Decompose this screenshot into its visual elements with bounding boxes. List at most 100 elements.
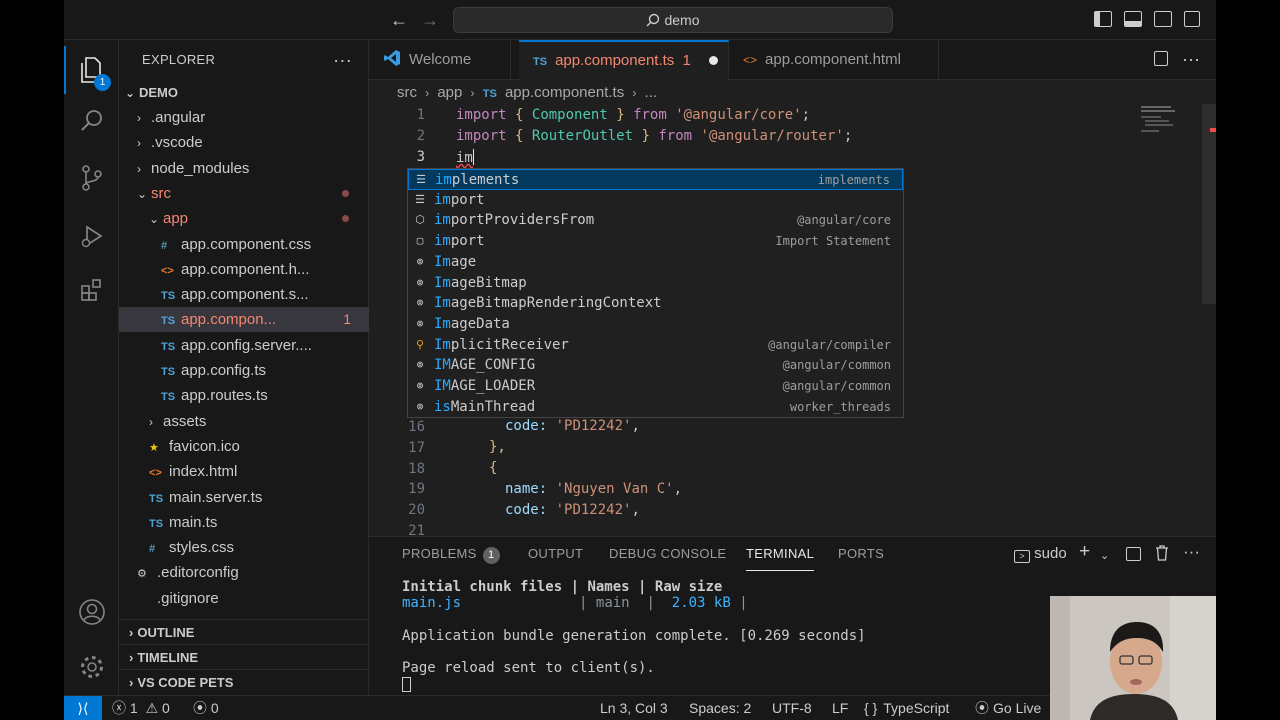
tree-file[interactable]: TS app.component.s... <box>119 282 369 307</box>
ports-status[interactable]: ⦿ 0 <box>193 696 219 720</box>
tab-label: app.component.html <box>765 51 901 68</box>
tree-file[interactable]: TS app.compon... 1 <box>119 307 369 333</box>
suggestion-item[interactable]: ⊚ ImageData <box>408 314 903 335</box>
tree-file[interactable]: TS main.server.ts <box>119 485 369 510</box>
suggestion-item[interactable]: ▢ import Import Statement <box>408 231 903 252</box>
suggestion-item[interactable]: ⊚ IMAGE_CONFIG @angular/common <box>408 355 903 376</box>
chevron-down-icon: ⌄ <box>137 186 148 201</box>
terminal-shell-label: sudo <box>1034 545 1067 562</box>
tree-folder[interactable]: ⌄ app <box>119 206 369 231</box>
chevron-down-icon[interactable]: ⌄ <box>1100 549 1109 562</box>
code-line-20: code: 'PD12242', <box>505 502 640 518</box>
toggle-panel-icon[interactable] <box>1124 11 1142 27</box>
source-control-icon[interactable] <box>64 154 119 202</box>
arrow-left-icon[interactable]: ← <box>387 8 411 32</box>
tree-folder[interactable]: › .vscode <box>119 130 369 155</box>
more-actions-icon[interactable]: ··· <box>1182 40 1200 78</box>
editor-tabs: Welcome TS app.component.ts 1 <> app.compo… <box>369 40 1216 80</box>
suggestion-item[interactable]: ⊚ isMainThread worker_threads <box>408 397 903 418</box>
terminal-shell[interactable]: > sudo <box>1014 545 1067 563</box>
suggestion-item[interactable]: ☰ import <box>408 190 903 211</box>
split-editor-icon[interactable] <box>1154 51 1168 66</box>
split-terminal-icon[interactable] <box>1126 547 1141 561</box>
tree-folder[interactable]: ⌄ src <box>119 181 369 206</box>
tree-file[interactable]: <> app.component.h... <box>119 257 369 282</box>
remote-icon[interactable]: ⟩⟨ <box>64 696 102 720</box>
tree-file[interactable]: # app.component.css <box>119 232 369 257</box>
tree-file[interactable]: ★ favicon.ico <box>119 434 369 459</box>
error-icon: ⓧ <box>112 700 126 716</box>
go-live-button[interactable]: ⦿ Go Live <box>975 696 1041 720</box>
code-line-2: import { RouterOutlet } from '@angular/r… <box>456 128 853 144</box>
suggestion-label-rest: plicitReceiver <box>450 336 569 353</box>
more-actions-icon[interactable]: ··· <box>333 40 352 80</box>
suggestion-match: IM <box>434 378 451 394</box>
tree-folder[interactable]: › node_modules <box>119 156 369 181</box>
panel-tab-debug-console[interactable]: DEBUG CONSOLE <box>609 537 726 571</box>
line-number: 17 <box>408 439 425 456</box>
suggestion-item[interactable]: ⊚ ImageBitmap <box>408 273 903 294</box>
language-mode[interactable]: { } TypeScript <box>864 696 949 720</box>
tree-file[interactable]: .gitignore <box>119 586 369 611</box>
arrow-right-icon[interactable]: → <box>418 8 442 32</box>
more-actions-icon[interactable]: ··· <box>1183 542 1200 562</box>
unsaved-dot-icon[interactable] <box>709 56 718 65</box>
editor-scrollbar[interactable] <box>1202 104 1216 304</box>
tree-file[interactable]: TS app.config.server.... <box>119 333 369 358</box>
account-icon[interactable] <box>64 588 119 636</box>
toggle-sidebar-icon[interactable] <box>1094 11 1112 27</box>
tree-folder[interactable]: › assets <box>119 409 369 434</box>
problems-status[interactable]: ⓧ 1 ⚠ 0 <box>112 696 170 720</box>
section-outline[interactable]: › OUTLINE <box>119 619 369 644</box>
suggestion-item[interactable]: ⊚ ImageBitmapRenderingContext <box>408 293 903 314</box>
suggestion-item[interactable]: ⊚ Image <box>408 252 903 273</box>
panel-tab-terminal[interactable]: TERMINAL <box>746 537 815 571</box>
end-of-line[interactable]: LF <box>832 696 848 720</box>
tree-folder[interactable]: › .angular <box>119 105 369 130</box>
suggest-widget[interactable]: ☰ implements implements ☰ import ⬡ importProvi… <box>407 168 904 418</box>
suggestion-item[interactable]: ⊚ IMAGE_LOADER @angular/common <box>408 376 903 397</box>
suggestion-label: import <box>434 190 485 211</box>
suggestion-item[interactable]: ⚲ ImplicitReceiver @angular/compiler <box>408 335 903 356</box>
tree-file[interactable]: # styles.css <box>119 535 369 560</box>
workspace-root[interactable]: ⌄ DEMO <box>119 80 369 105</box>
suggestion-label-rest: port <box>450 233 485 250</box>
toggle-secondary-sidebar-icon[interactable] <box>1154 11 1172 27</box>
extensions-icon[interactable] <box>64 266 119 314</box>
minimap[interactable] <box>1131 104 1216 536</box>
tab-welcome[interactable]: Welcome <box>369 40 511 80</box>
run-debug-icon[interactable] <box>64 212 119 260</box>
tree-file[interactable]: <> index.html <box>119 459 369 484</box>
breadcrumb-file[interactable]: app.component.ts <box>505 84 624 101</box>
manage-gear-icon[interactable] <box>64 643 119 691</box>
customize-layout-icon[interactable] <box>1184 11 1200 27</box>
section-timeline[interactable]: › TIMELINE <box>119 644 369 669</box>
search-icon[interactable] <box>64 97 119 145</box>
panel-tab-problems[interactable]: PROBLEMS 1 <box>402 537 500 571</box>
problems-badge: 1 <box>482 547 500 564</box>
tab-app-component-ts[interactable]: TS app.component.ts 1 <box>519 40 729 80</box>
tree-item-label: app <box>163 210 189 228</box>
tab-error-count: 1 <box>682 52 691 69</box>
suggestion-item[interactable]: ⬡ importProvidersFrom @angular/core <box>408 210 903 231</box>
suggestion-label-rest: ageData <box>450 315 510 332</box>
breadcrumb-src[interactable]: src <box>397 84 417 101</box>
trash-icon[interactable] <box>1155 545 1169 565</box>
tree-file[interactable]: TS app.config.ts <box>119 358 369 383</box>
indentation[interactable]: Spaces: 2 <box>689 696 751 720</box>
suggestion-item[interactable]: ☰ implements implements <box>408 169 903 190</box>
breadcrumb-symbol[interactable]: ... <box>645 84 658 101</box>
tree-file[interactable]: TS main.ts <box>119 510 369 535</box>
tree-file[interactable]: ⚙ .editorconfig <box>119 560 369 585</box>
section-vs-code-pets[interactable]: › VS CODE PETS <box>119 669 369 694</box>
panel-tab-output[interactable]: OUTPUT <box>528 537 583 571</box>
breadcrumb-app[interactable]: app <box>437 84 462 101</box>
command-center[interactable]: demo <box>453 7 893 33</box>
panel-tab-ports[interactable]: PORTS <box>838 537 884 571</box>
tree-file[interactable]: TS app.routes.ts <box>119 383 369 408</box>
tab-app-component-html[interactable]: <> app.component.html <box>729 40 939 80</box>
new-terminal-icon[interactable]: + <box>1079 541 1090 563</box>
explorer-icon[interactable]: 1 <box>64 46 119 94</box>
encoding[interactable]: UTF-8 <box>772 696 812 720</box>
cursor-position[interactable]: Ln 3, Col 3 <box>600 696 668 720</box>
